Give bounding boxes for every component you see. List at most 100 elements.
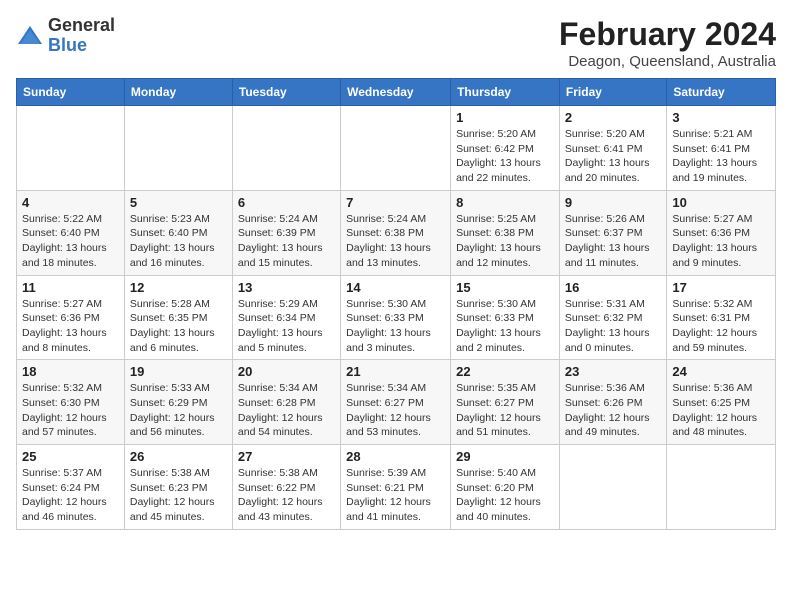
weekday-header-cell: Sunday — [17, 79, 125, 106]
day-info: Sunrise: 5:21 AMSunset: 6:41 PMDaylight:… — [672, 127, 770, 186]
day-number: 25 — [22, 449, 119, 464]
day-info: Sunrise: 5:34 AMSunset: 6:27 PMDaylight:… — [346, 381, 445, 440]
day-info: Sunrise: 5:24 AMSunset: 6:38 PMDaylight:… — [346, 212, 445, 271]
day-info: Sunrise: 5:28 AMSunset: 6:35 PMDaylight:… — [130, 297, 227, 356]
weekday-header-cell: Monday — [124, 79, 232, 106]
day-info: Sunrise: 5:27 AMSunset: 6:36 PMDaylight:… — [672, 212, 770, 271]
day-number: 10 — [672, 195, 770, 210]
day-number: 14 — [346, 280, 445, 295]
day-info: Sunrise: 5:36 AMSunset: 6:25 PMDaylight:… — [672, 381, 770, 440]
day-info: Sunrise: 5:22 AMSunset: 6:40 PMDaylight:… — [22, 212, 119, 271]
calendar-cell: 17Sunrise: 5:32 AMSunset: 6:31 PMDayligh… — [667, 275, 776, 360]
logo-blue-text: Blue — [48, 35, 87, 55]
day-info: Sunrise: 5:30 AMSunset: 6:33 PMDaylight:… — [346, 297, 445, 356]
day-number: 7 — [346, 195, 445, 210]
calendar-cell: 26 Sunrise: 5:38 AMSunset: 6:23 PMDayligh… — [124, 445, 232, 530]
day-info: Sunrise: 5:40 AMSunset: 6:20 PMDaylight:… — [456, 466, 554, 525]
calendar-table: SundayMondayTuesdayWednesdayThursdayFrid… — [16, 78, 776, 530]
day-number: 16 — [565, 280, 661, 295]
day-info: Sunrise: 5:39 AMSunset: 6:21 PMDaylight:… — [346, 466, 445, 525]
calendar-cell: 27 Sunrise: 5:38 AMSunset: 6:22 PMDayligh… — [232, 445, 340, 530]
day-info: Sunrise: 5:30 AMSunset: 6:33 PMDaylight:… — [456, 297, 554, 356]
day-number: 24 — [672, 364, 770, 379]
day-number: 23 — [565, 364, 661, 379]
calendar-cell: 13Sunrise: 5:29 AMSunset: 6:34 PMDayligh… — [232, 275, 340, 360]
day-info: Sunrise: 5:24 AMSunset: 6:39 PMDaylight:… — [238, 212, 335, 271]
calendar-week-row: 18 Sunrise: 5:32 AMSunset: 6:30 PMDayligh… — [17, 360, 776, 445]
day-info: Sunrise: 5:37 AMSunset: 6:24 PMDaylight:… — [22, 466, 119, 525]
calendar-cell: 2Sunrise: 5:20 AMSunset: 6:41 PMDaylight… — [559, 106, 666, 191]
day-info: Sunrise: 5:35 AMSunset: 6:27 PMDaylight:… — [456, 381, 554, 440]
day-info: Sunrise: 5:26 AMSunset: 6:37 PMDaylight:… — [565, 212, 661, 271]
calendar-cell: 4 Sunrise: 5:22 AMSunset: 6:40 PMDaylight… — [17, 190, 125, 275]
day-number: 18 — [22, 364, 119, 379]
calendar-week-row: 11 Sunrise: 5:27 AMSunset: 6:36 PMDayligh… — [17, 275, 776, 360]
calendar-cell: 8Sunrise: 5:25 AMSunset: 6:38 PMDaylight… — [451, 190, 560, 275]
day-info: Sunrise: 5:38 AMSunset: 6:23 PMDaylight:… — [130, 466, 227, 525]
calendar-cell — [667, 445, 776, 530]
day-info: Sunrise: 5:34 AMSunset: 6:28 PMDaylight:… — [238, 381, 335, 440]
calendar-week-row: 25 Sunrise: 5:37 AMSunset: 6:24 PMDayligh… — [17, 445, 776, 530]
calendar-cell: 9 Sunrise: 5:26 AMSunset: 6:37 PMDaylight… — [559, 190, 666, 275]
calendar-cell: 12 Sunrise: 5:28 AMSunset: 6:35 PMDayligh… — [124, 275, 232, 360]
day-number: 4 — [22, 195, 119, 210]
calendar-week-row: 4 Sunrise: 5:22 AMSunset: 6:40 PMDaylight… — [17, 190, 776, 275]
weekday-header-row: SundayMondayTuesdayWednesdayThursdayFrid… — [17, 79, 776, 106]
day-number: 9 — [565, 195, 661, 210]
day-info: Sunrise: 5:27 AMSunset: 6:36 PMDaylight:… — [22, 297, 119, 356]
day-number: 28 — [346, 449, 445, 464]
day-number: 22 — [456, 364, 554, 379]
day-info: Sunrise: 5:23 AMSunset: 6:40 PMDaylight:… — [130, 212, 227, 271]
day-number: 15 — [456, 280, 554, 295]
calendar-cell: 18 Sunrise: 5:32 AMSunset: 6:30 PMDayligh… — [17, 360, 125, 445]
day-number: 2 — [565, 110, 661, 125]
calendar-cell: 16Sunrise: 5:31 AMSunset: 6:32 PMDayligh… — [559, 275, 666, 360]
calendar-cell: 23Sunrise: 5:36 AMSunset: 6:26 PMDayligh… — [559, 360, 666, 445]
weekday-header-cell: Tuesday — [232, 79, 340, 106]
logo-icon — [16, 22, 44, 50]
calendar-body: 1 Sunrise: 5:20 AMSunset: 6:42 PMDaylight… — [17, 106, 776, 530]
day-number: 29 — [456, 449, 554, 464]
weekday-header-cell: Wednesday — [341, 79, 451, 106]
calendar-cell — [232, 106, 340, 191]
day-info: Sunrise: 5:38 AMSunset: 6:22 PMDaylight:… — [238, 466, 335, 525]
weekday-header-cell: Friday — [559, 79, 666, 106]
calendar-cell — [341, 106, 451, 191]
calendar-cell — [124, 106, 232, 191]
day-info: Sunrise: 5:32 AMSunset: 6:30 PMDaylight:… — [22, 381, 119, 440]
calendar-cell: 15 Sunrise: 5:30 AMSunset: 6:33 PMDayligh… — [451, 275, 560, 360]
day-number: 6 — [238, 195, 335, 210]
weekday-header-cell: Thursday — [451, 79, 560, 106]
calendar-cell: 6 Sunrise: 5:24 AMSunset: 6:39 PMDaylight… — [232, 190, 340, 275]
day-number: 11 — [22, 280, 119, 295]
calendar-cell: 19 Sunrise: 5:33 AMSunset: 6:29 PMDayligh… — [124, 360, 232, 445]
day-number: 3 — [672, 110, 770, 125]
calendar-week-row: 1 Sunrise: 5:20 AMSunset: 6:42 PMDaylight… — [17, 106, 776, 191]
calendar-cell: 7 Sunrise: 5:24 AMSunset: 6:38 PMDaylight… — [341, 190, 451, 275]
calendar-cell: 29 Sunrise: 5:40 AMSunset: 6:20 PMDayligh… — [451, 445, 560, 530]
day-number: 19 — [130, 364, 227, 379]
day-number: 12 — [130, 280, 227, 295]
calendar-cell: 11 Sunrise: 5:27 AMSunset: 6:36 PMDayligh… — [17, 275, 125, 360]
calendar-cell — [17, 106, 125, 191]
logo-general-text: General — [48, 15, 115, 35]
day-number: 5 — [130, 195, 227, 210]
header: General Blue February 2024 Deagon, Queen… — [16, 16, 776, 70]
calendar-cell: 1 Sunrise: 5:20 AMSunset: 6:42 PMDaylight… — [451, 106, 560, 191]
calendar-cell: 24 Sunrise: 5:36 AMSunset: 6:25 PMDayligh… — [667, 360, 776, 445]
day-info: Sunrise: 5:33 AMSunset: 6:29 PMDaylight:… — [130, 381, 227, 440]
day-number: 1 — [456, 110, 554, 125]
calendar-cell: 25 Sunrise: 5:37 AMSunset: 6:24 PMDayligh… — [17, 445, 125, 530]
day-number: 20 — [238, 364, 335, 379]
day-number: 21 — [346, 364, 445, 379]
logo: General Blue — [16, 16, 115, 56]
calendar-cell: 14 Sunrise: 5:30 AMSunset: 6:33 PMDayligh… — [341, 275, 451, 360]
calendar-cell: 20 Sunrise: 5:34 AMSunset: 6:28 PMDayligh… — [232, 360, 340, 445]
day-number: 13 — [238, 280, 335, 295]
day-info: Sunrise: 5:32 AMSunset: 6:31 PMDaylight:… — [672, 297, 770, 356]
month-year: February 2024 — [559, 16, 776, 53]
calendar-cell: 5 Sunrise: 5:23 AMSunset: 6:40 PMDaylight… — [124, 190, 232, 275]
day-number: 27 — [238, 449, 335, 464]
day-info: Sunrise: 5:20 AMSunset: 6:42 PMDaylight:… — [456, 127, 554, 186]
day-number: 26 — [130, 449, 227, 464]
